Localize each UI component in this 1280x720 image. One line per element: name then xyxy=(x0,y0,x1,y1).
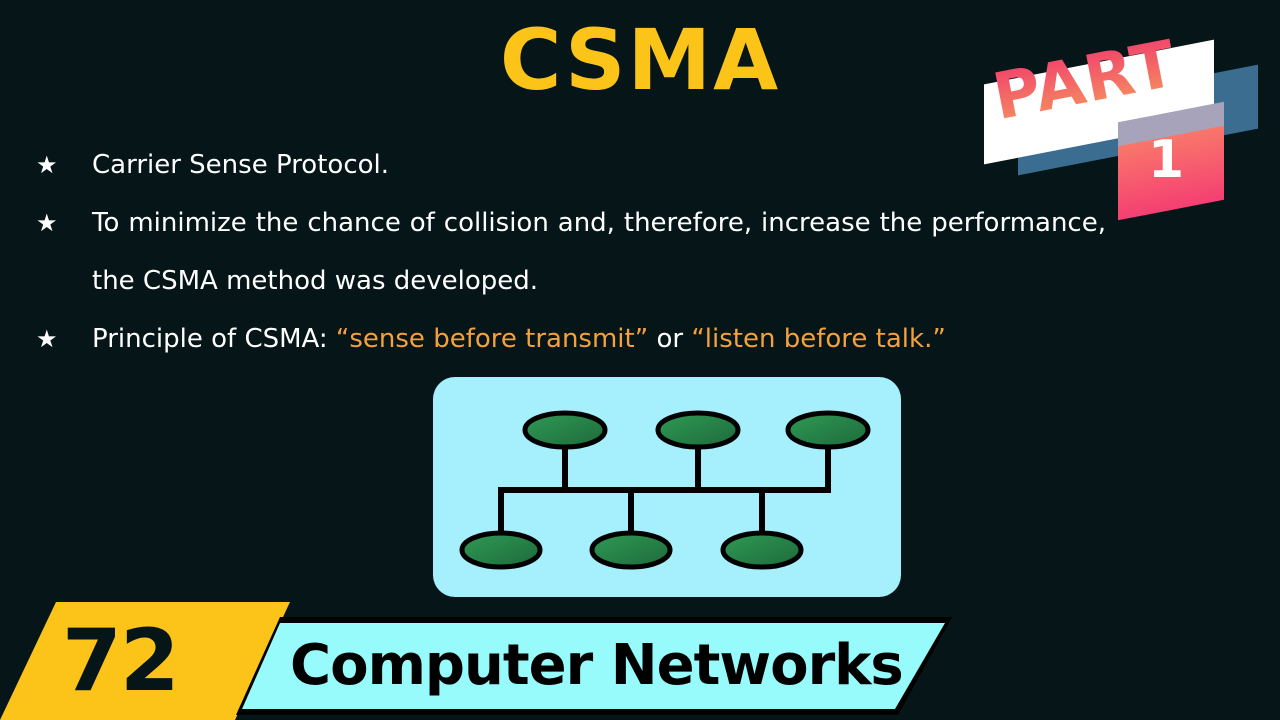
network-node xyxy=(589,530,673,570)
bus-topology-diagram xyxy=(433,377,901,597)
network-node xyxy=(459,530,543,570)
bullet-item: ★ Principle of CSMA: “sense before trans… xyxy=(36,310,1106,368)
network-node xyxy=(655,410,741,450)
bullet-text: To minimize the chance of collision and,… xyxy=(92,208,1106,296)
episode-number: 72 xyxy=(62,611,180,711)
part-number: 1 xyxy=(1148,130,1185,190)
bullet-item: ★ Carrier Sense Protocol. xyxy=(36,136,1106,194)
bullet-item: ★ To minimize the chance of collision an… xyxy=(36,194,1106,310)
bullet-text-middle: or xyxy=(648,324,692,354)
star-icon: ★ xyxy=(36,209,58,237)
highlight-quote: “sense before transmit” xyxy=(335,324,649,354)
network-node xyxy=(785,410,871,450)
bullet-list: ★ Carrier Sense Protocol. ★ To minimize … xyxy=(36,136,1106,368)
star-icon: ★ xyxy=(36,151,58,179)
network-node xyxy=(522,410,608,450)
bullet-text-prefix: Principle of CSMA: xyxy=(92,324,336,354)
bus-topology-svg xyxy=(459,410,871,570)
highlight-quote: “listen before talk.” xyxy=(691,324,946,354)
star-icon: ★ xyxy=(36,325,58,353)
network-node xyxy=(720,530,804,570)
series-title: Computer Networks xyxy=(290,633,904,698)
bullet-text: Carrier Sense Protocol. xyxy=(92,150,390,180)
